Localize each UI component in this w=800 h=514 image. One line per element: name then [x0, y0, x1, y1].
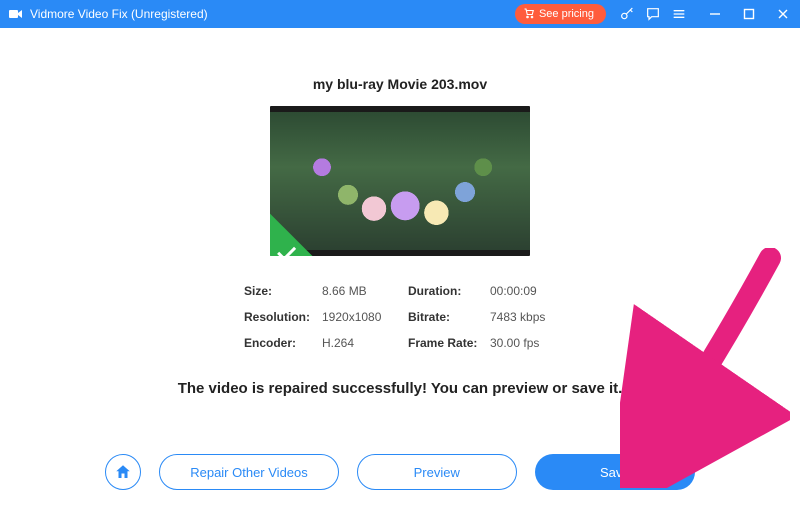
size-value: 8.66 MB: [322, 284, 408, 298]
menu-icon[interactable]: [666, 0, 692, 28]
cart-icon: [523, 7, 535, 22]
bitrate-label: Bitrate:: [408, 310, 490, 324]
duration-value: 00:00:09: [490, 284, 556, 298]
save-button[interactable]: Save: [535, 454, 695, 490]
status-message: The video is repaired successfully! You …: [178, 380, 623, 397]
main-content: my blu-ray Movie 203.mov Size: 8.66 MB D…: [0, 28, 800, 514]
preview-label: Preview: [414, 465, 460, 480]
app-title: Vidmore Video Fix (Unregistered): [30, 7, 208, 21]
repair-other-videos-button[interactable]: Repair Other Videos: [159, 454, 339, 490]
size-label: Size:: [244, 284, 322, 298]
encoder-label: Encoder:: [244, 336, 322, 350]
feedback-icon[interactable]: [640, 0, 666, 28]
video-thumbnail[interactable]: [270, 106, 530, 256]
framerate-label: Frame Rate:: [408, 336, 490, 350]
framerate-value: 30.00 fps: [490, 336, 556, 350]
thumbnail-image: [270, 112, 530, 250]
action-bar: Repair Other Videos Preview Save: [0, 454, 800, 490]
bitrate-value: 7483 kbps: [490, 310, 556, 324]
app-logo-icon: [8, 6, 24, 22]
home-button[interactable]: [105, 454, 141, 490]
resolution-value: 1920x1080: [322, 310, 408, 324]
annotation-arrow-icon: [620, 248, 790, 488]
file-name: my blu-ray Movie 203.mov: [313, 76, 487, 92]
minimize-button[interactable]: [698, 0, 732, 28]
video-metadata: Size: 8.66 MB Duration: 00:00:09 Resolut…: [244, 284, 556, 350]
maximize-button[interactable]: [732, 0, 766, 28]
preview-button[interactable]: Preview: [357, 454, 517, 490]
resolution-label: Resolution:: [244, 310, 322, 324]
see-pricing-button[interactable]: See pricing: [515, 4, 606, 24]
encoder-value: H.264: [322, 336, 408, 350]
repair-other-videos-label: Repair Other Videos: [190, 465, 308, 480]
close-button[interactable]: [766, 0, 800, 28]
titlebar: Vidmore Video Fix (Unregistered) See pri…: [0, 0, 800, 28]
save-label: Save: [600, 465, 630, 480]
duration-label: Duration:: [408, 284, 490, 298]
key-icon[interactable]: [614, 0, 640, 28]
see-pricing-label: See pricing: [539, 8, 594, 20]
home-icon: [114, 463, 132, 481]
